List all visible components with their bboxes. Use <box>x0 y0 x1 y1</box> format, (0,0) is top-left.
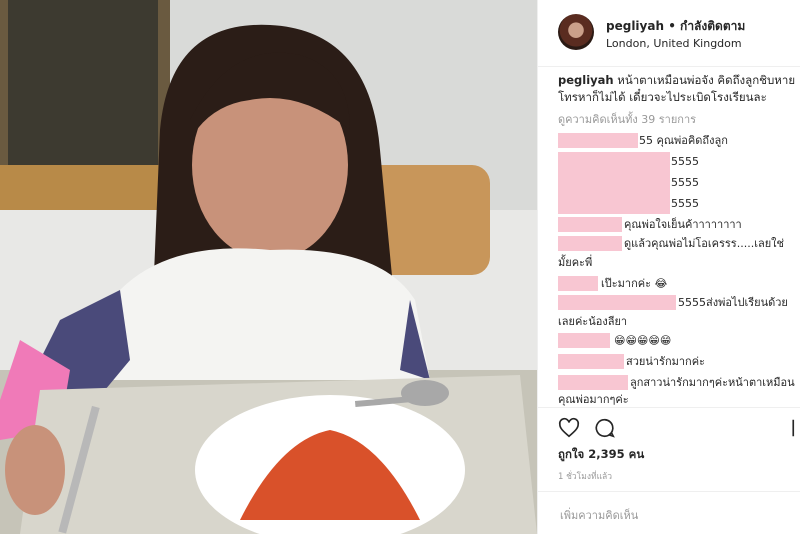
censored-username <box>558 276 598 291</box>
comment-icon[interactable] <box>594 417 616 439</box>
censored-username <box>558 133 638 148</box>
comment-text: 😁😁😁😁😁 <box>614 334 672 347</box>
avatar[interactable] <box>558 14 594 50</box>
censored-username <box>558 354 624 369</box>
post-header: pegliyah • กำลังติดตาม London, United Ki… <box>538 0 800 67</box>
photo-scene <box>0 0 537 534</box>
comment-text: 5555 <box>671 197 699 210</box>
add-comment-bar: เพิ่มความคิดเห็น <box>538 491 800 535</box>
comment-text: มั้ยคะพี่ <box>558 256 593 269</box>
censored-username <box>558 375 628 390</box>
follow-status[interactable]: • กำลังติดตาม <box>668 19 745 33</box>
caption-username[interactable]: pegliyah <box>558 73 614 87</box>
comment-text: ดูแล้วคุณพ่อไม่โอเครรร.....เลยใช่ <box>624 237 784 250</box>
bookmark-icon[interactable] <box>791 417 800 439</box>
censored-username <box>558 217 622 232</box>
username-link[interactable]: pegliyah <box>606 19 664 33</box>
comment-text: คุณพ่อใจเย็นค้าาาาาาาา <box>624 218 742 231</box>
comment-text: ลูกสาวน่ารักมากๆค่ะหน้าตาเหมือน <box>630 376 795 389</box>
post-panel: pegliyah • กำลังติดตาม London, United Ki… <box>537 0 800 534</box>
comment-text: เป๊ะมากค่ะ 😂 <box>601 277 668 290</box>
censored-username <box>558 295 676 310</box>
comment-text: 5555 <box>671 155 699 168</box>
post-photo <box>0 0 537 534</box>
view-all-comments-link[interactable]: ดูความคิดเห็นทั้ง 39 รายการ <box>558 110 696 128</box>
comment-text: เลยค่ะน้องลียา <box>558 315 628 328</box>
censored-username <box>558 236 622 251</box>
censored-username <box>558 152 670 214</box>
censored-username <box>558 333 610 348</box>
comment-text: คุณพ่อมากๆค่ะ <box>558 393 629 406</box>
comment-text: สวยน่ารักมากค่ะ <box>626 355 705 368</box>
comment-text: 5555ส่งพ่อไปเรียนด้วย <box>678 296 788 309</box>
comment-text: 55 คุณพ่อคิดถึงลูก <box>639 134 728 147</box>
like-count[interactable]: ถูกใจ 2,395 คน <box>558 446 644 464</box>
header-username-line: pegliyah • กำลังติดตาม <box>606 17 745 36</box>
heart-icon[interactable] <box>558 417 580 439</box>
post-caption: pegliyah หน้าตาเหมือนพ่อจัง คิดถึงลูกชิบ… <box>558 72 796 106</box>
add-comment-input[interactable]: เพิ่มความคิดเห็น <box>560 506 638 524</box>
post-timestamp[interactable]: 1 ชั่วโมงที่แล้ว <box>558 469 612 483</box>
location-link[interactable]: London, United Kingdom <box>606 37 742 50</box>
comment-text: 5555 <box>671 176 699 189</box>
